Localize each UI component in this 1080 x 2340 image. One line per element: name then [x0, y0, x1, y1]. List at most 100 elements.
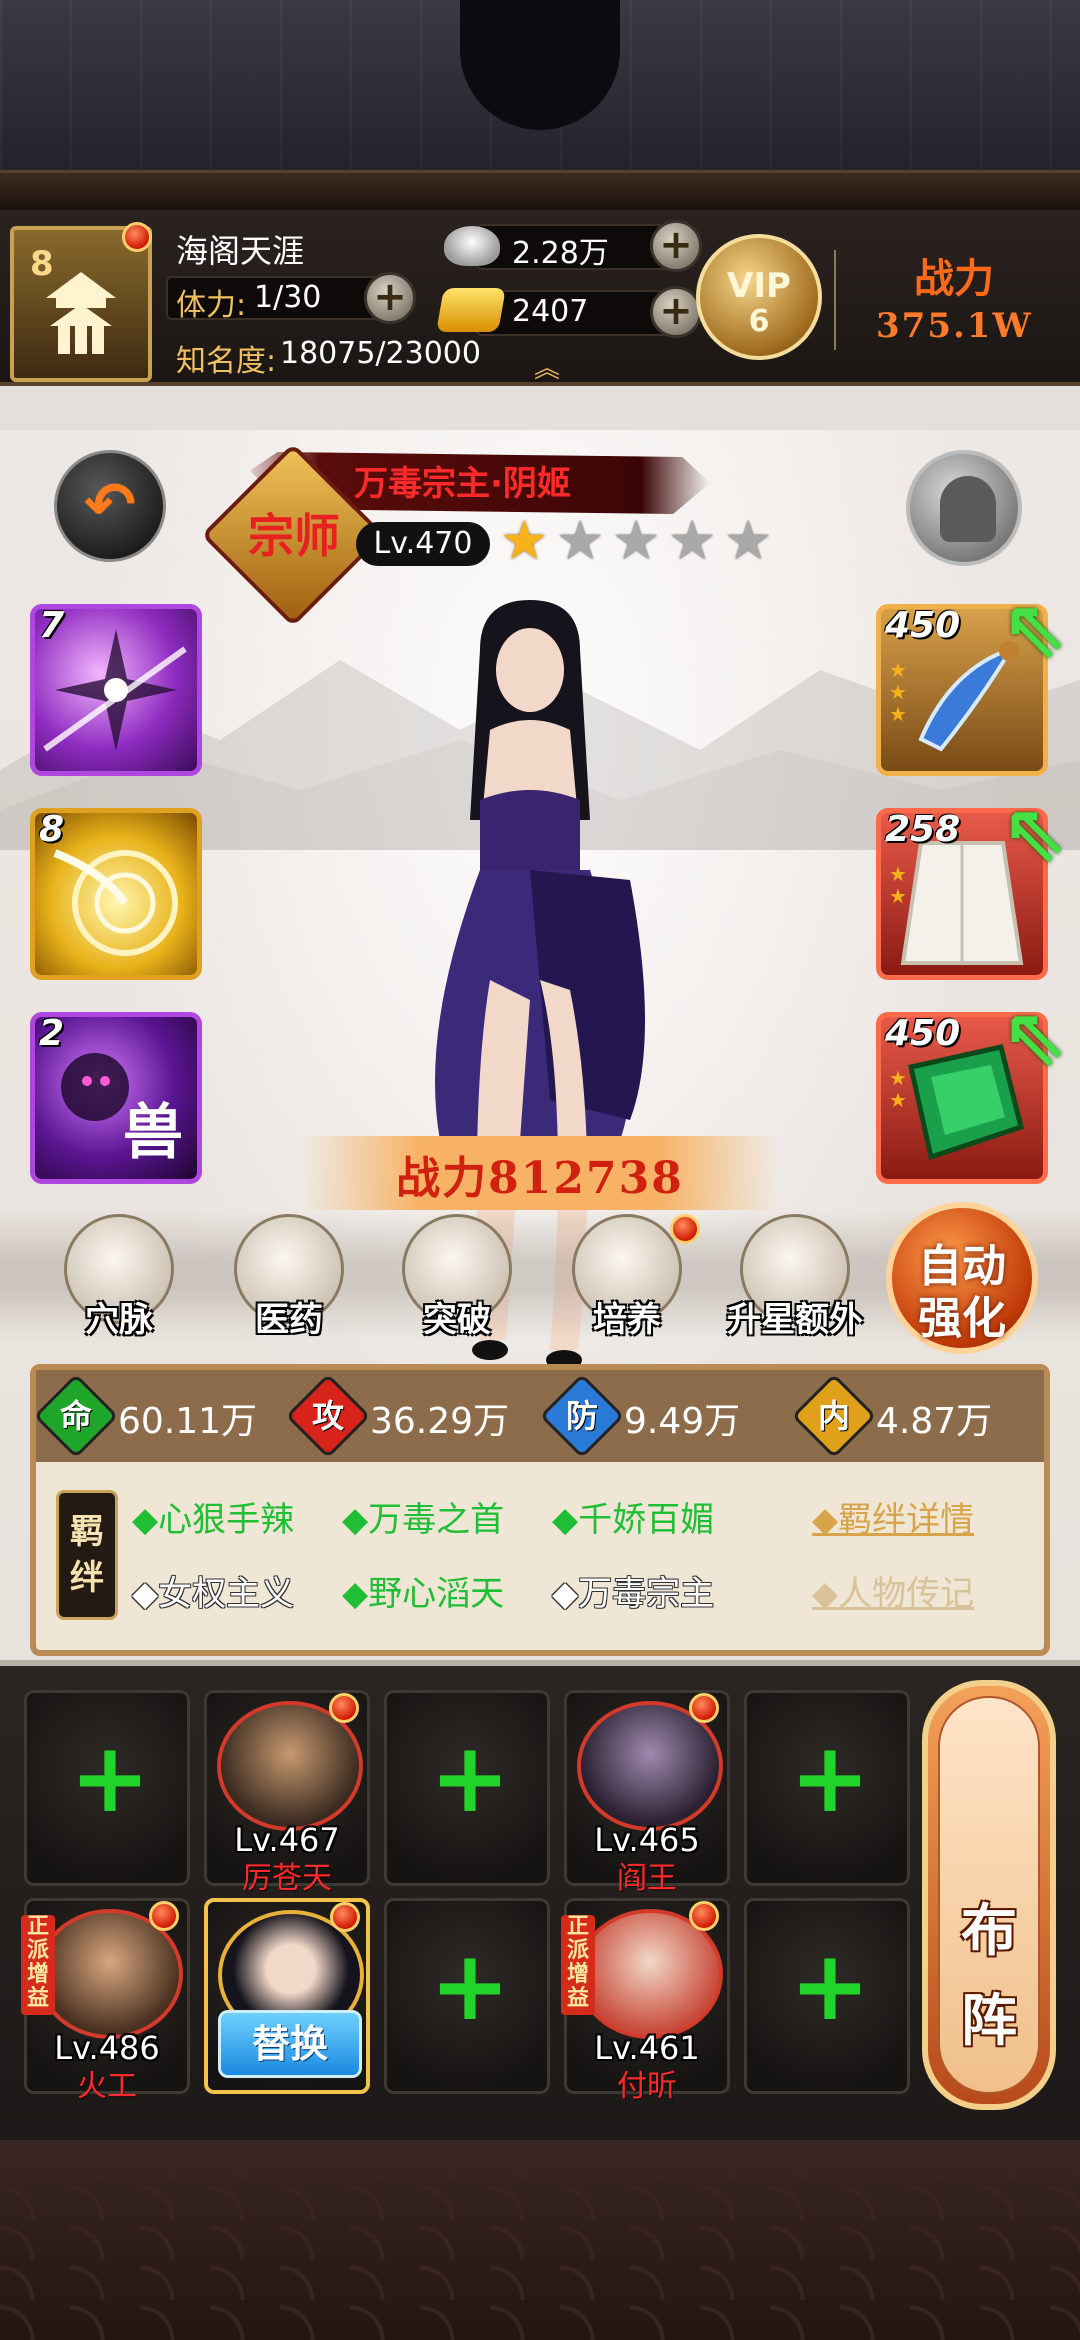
add-hero-icon: +: [789, 1722, 871, 1834]
upgrade-arrow-icon[interactable]: ⇖: [1001, 589, 1080, 669]
team-slot-empty[interactable]: +: [744, 1690, 910, 1886]
upgrade-arrow-icon[interactable]: ⇖: [1001, 793, 1080, 873]
equipment-card-manual[interactable]: 450 ★ ★ ⇖: [876, 997, 1068, 1184]
meridian-button[interactable]: 穴脉: [54, 1214, 184, 1344]
chevron-up-icon[interactable]: ︽: [520, 356, 574, 382]
function-label: 医药: [255, 1300, 323, 1340]
add-hero-icon: +: [429, 1930, 511, 2042]
team-slot-empty[interactable]: +: [744, 1898, 910, 2094]
monk-icon: [940, 476, 996, 542]
skill-card-1[interactable]: 7: [30, 604, 202, 776]
notification-dot: [689, 1693, 719, 1723]
stamina-value: 1/30: [254, 280, 322, 315]
team-slot-empty[interactable]: +: [384, 1898, 550, 2094]
bond-item: ◆女权主义: [132, 1574, 295, 1614]
bond-item: ◆千娇百媚: [552, 1500, 715, 1540]
notification-dot: [149, 1901, 179, 1931]
stamina-label: 体力:: [176, 288, 247, 323]
team-slot-current[interactable]: 替换: [204, 1898, 370, 2094]
skill-level: 8: [39, 809, 65, 850]
star-empty-icon: ★: [612, 509, 661, 572]
player-name: 海阁天涯: [176, 232, 305, 270]
back-button[interactable]: ↶: [54, 450, 166, 562]
formation-label-1: 布: [961, 1898, 1017, 1964]
auto-enhance-button[interactable]: 自动 强化: [886, 1202, 1038, 1354]
vip-badge[interactable]: VIP 6: [696, 234, 822, 360]
fame-label: 知名度:: [176, 344, 277, 379]
star-empty-icon: ★: [668, 509, 717, 572]
skill-card-3[interactable]: 兽 2: [30, 1012, 202, 1184]
auto-enhance-line2: 强化: [918, 1293, 1006, 1344]
total-power-label: 战力: [914, 255, 994, 302]
skill-level: 2: [39, 1013, 65, 1054]
upgrade-arrow-icon[interactable]: ⇖: [1001, 997, 1080, 1077]
function-label: 突破: [423, 1300, 491, 1340]
add-silver-button[interactable]: +: [650, 220, 702, 272]
breakthrough-button[interactable]: 突破: [392, 1214, 522, 1344]
stat-value: 60.11万: [118, 1401, 258, 1442]
bond-item: ◆万毒之首: [342, 1500, 505, 1540]
stat-char: 命: [59, 1397, 92, 1435]
header-gap: [0, 386, 1080, 430]
sect-badge-text: 宗师: [248, 509, 340, 563]
team-slot-hero[interactable]: 正派增益 Lv.461 付昕: [561, 1898, 730, 2104]
team-slot-hero[interactable]: 正派增益 Lv.486 火工: [21, 1898, 190, 2104]
stats-row: 命 60.11万 攻 36.29万 防 9.49万 内 4.87万: [33, 1370, 1044, 1462]
player-avatar[interactable]: 8: [10, 222, 152, 382]
hero-name: 付昕: [617, 2069, 677, 2104]
bond-details-link[interactable]: ◆羁绊详情: [812, 1492, 974, 1541]
silver-value: 2.28万: [512, 236, 609, 271]
stat-char: 内: [817, 1397, 850, 1435]
hero-name: 火工: [77, 2069, 137, 2104]
stat-char: 攻: [311, 1397, 344, 1435]
function-label: 培养: [593, 1300, 661, 1340]
team-slot-hero[interactable]: Lv.465 阎王: [564, 1690, 730, 1896]
hero-name: 万毒宗主·阴姬: [354, 464, 571, 504]
stat-value: 9.49万: [624, 1401, 741, 1442]
skill-level: 7: [39, 605, 65, 646]
stat-char: 防: [565, 1397, 598, 1435]
notification-dot: [330, 1902, 360, 1932]
star-filled-icon: ★: [500, 509, 549, 572]
team-slot-hero[interactable]: Lv.467 厉苍天: [204, 1690, 370, 1896]
hero-power: 战力812738: [396, 1153, 684, 1204]
hero-star-rating: ★ ★ ★ ★ ★: [500, 514, 778, 574]
team-slot-empty[interactable]: +: [384, 1690, 550, 1886]
formation-label-2: 阵: [961, 1988, 1017, 2054]
notification-dot: [329, 1693, 359, 1723]
skill-card-2[interactable]: 8: [30, 808, 202, 980]
equipment-card-armor[interactable]: 258 ★ ★ ⇖: [876, 793, 1068, 980]
biography-link[interactable]: ◆人物传记: [812, 1566, 974, 1615]
function-label: 穴脉: [85, 1300, 153, 1340]
function-label: 升星额外: [727, 1300, 863, 1340]
hero-name: 阎王: [617, 1861, 677, 1896]
faction-bonus-tag: 正派增益: [21, 1915, 55, 2015]
hero-panel: ↶ 宗师 万毒宗主·阴姬 Lv.470 ★ ★ ★ ★ ★ 7 8 兽 2 45…: [0, 430, 1080, 1660]
swap-button[interactable]: 替换: [218, 2010, 362, 2078]
team-slot-empty[interactable]: +: [24, 1690, 190, 1886]
stats-panel: 命 60.11万 攻 36.29万 防 9.49万 内 4.87万 羁绊 ◆心狠…: [30, 1364, 1050, 1656]
add-stamina-button[interactable]: +: [364, 272, 416, 324]
medicine-button[interactable]: 医药: [224, 1214, 354, 1344]
add-gold-button[interactable]: +: [650, 286, 702, 338]
silver-ingot-icon: [444, 226, 500, 266]
formation-button[interactable]: 布 阵: [922, 1680, 1056, 2110]
equipment-level: 450: [885, 1013, 961, 1054]
pagoda-icon: [46, 272, 116, 354]
monk-portrait-button[interactable]: [906, 450, 1022, 566]
divider: [834, 250, 836, 350]
equipment-stars: ★ ★: [889, 862, 907, 908]
bond-item: ◆万毒宗主: [552, 1574, 715, 1614]
player-header: 8 海阁天涯 体力: 1/30 + 知名度: 18075/23000 2.28万…: [0, 210, 1080, 386]
vip-level: 6: [748, 304, 770, 339]
hero-level: Lv.470: [356, 522, 490, 566]
faction-bonus-tag: 正派增益: [561, 1915, 595, 2015]
gold-ingot-icon: [436, 288, 506, 332]
equipment-stars: ★ ★ ★: [889, 658, 907, 726]
star-up-extra-button[interactable]: 升星额外: [727, 1214, 863, 1344]
equipment-level: 258: [885, 809, 961, 850]
cultivate-button[interactable]: 培养: [562, 1214, 700, 1344]
bond-item: ◆心狠手辣: [132, 1500, 295, 1540]
equipment-card-weapon[interactable]: 450 ★ ★ ★ ⇖: [876, 589, 1068, 776]
bottom-decor: [0, 2140, 1080, 2340]
